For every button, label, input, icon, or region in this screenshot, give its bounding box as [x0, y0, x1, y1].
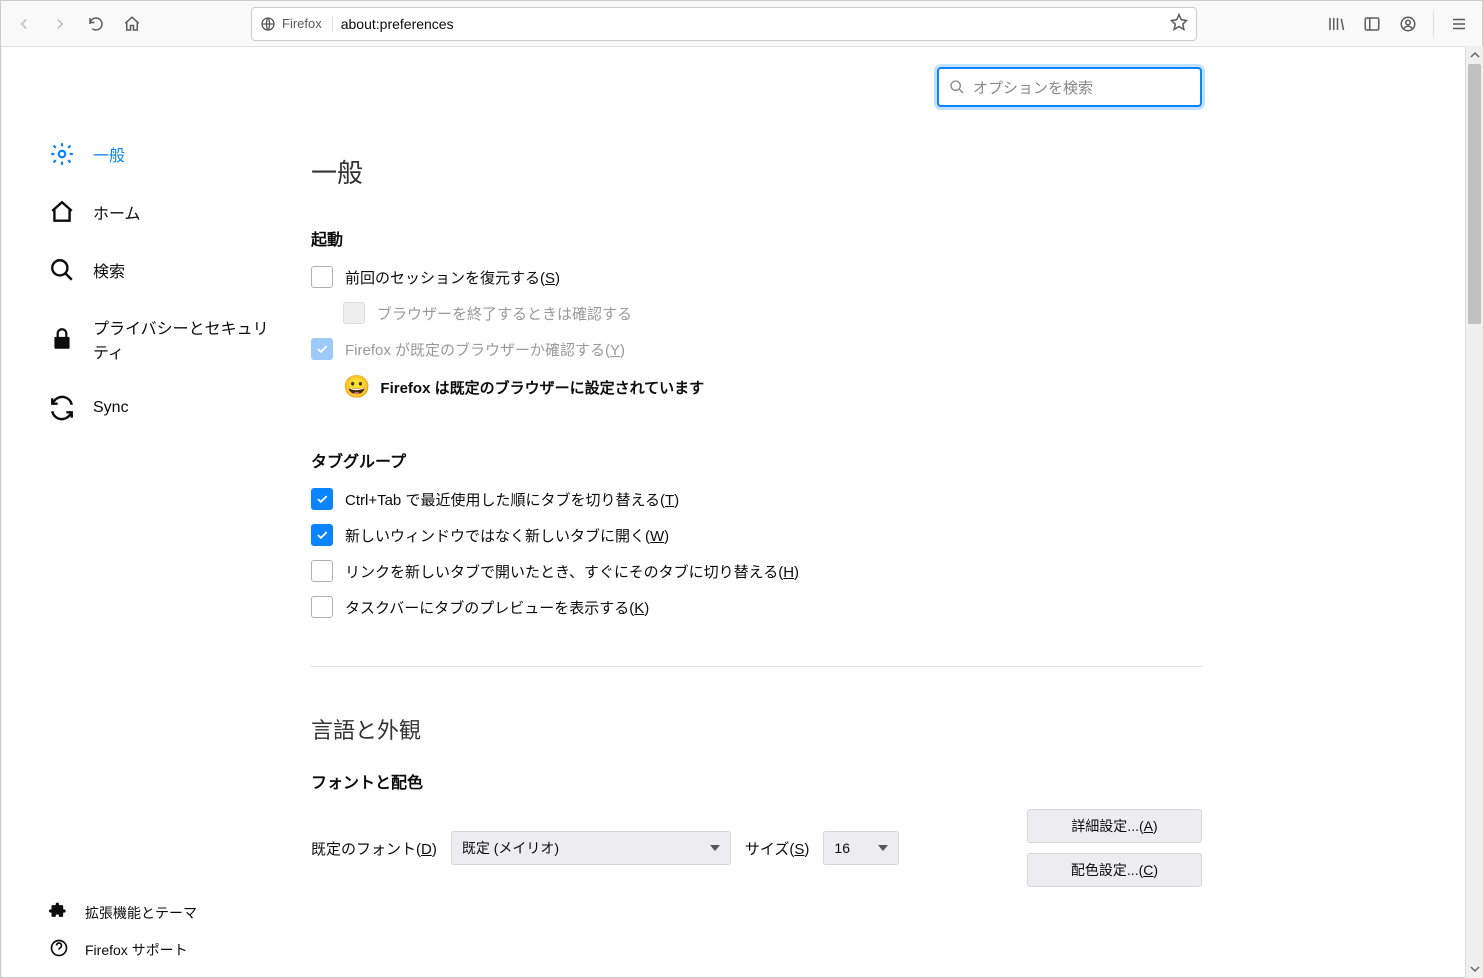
warn-quit-checkbox	[343, 302, 365, 324]
search-icon	[949, 79, 965, 95]
forward-button[interactable]	[43, 7, 77, 41]
default-font-value: 既定 (メイリオ)	[462, 838, 559, 858]
sidebar-item-search[interactable]: 検索	[41, 253, 281, 287]
heading-language: 言語と外観	[311, 713, 1202, 745]
library-button[interactable]	[1319, 7, 1353, 41]
support-link[interactable]: Firefox サポート	[49, 938, 281, 961]
sync-icon	[49, 395, 75, 421]
preferences-search-input[interactable]: オプションを検索	[937, 67, 1202, 107]
search-placeholder: オプションを検索	[973, 77, 1093, 98]
warn-quit-row: ブラウザーを終了するときは確認する	[343, 302, 1202, 324]
back-button[interactable]	[7, 7, 41, 41]
font-size-select[interactable]: 16	[823, 831, 899, 865]
reload-button[interactable]	[79, 7, 113, 41]
section-fonts-title: フォントと配色	[311, 769, 1202, 793]
preview-row[interactable]: タスクバーにタブのプレビューを表示する(K)	[311, 596, 1202, 618]
identity-box[interactable]: Firefox	[260, 16, 333, 32]
scrollbar-thumb[interactable]	[1468, 64, 1481, 324]
puzzle-icon	[49, 901, 69, 924]
section-divider	[311, 666, 1202, 667]
font-row: 既定のフォント(D) 既定 (メイリオ) サイズ(S) 16 詳細設定...(A…	[311, 809, 1202, 887]
sidebar-item-label: Sync	[93, 399, 129, 417]
identity-label: Firefox	[282, 16, 322, 31]
font-size-value: 16	[834, 840, 850, 856]
ctrltab-label: Ctrl+Tab で最近使用した順にタブを切り替える(T)	[345, 489, 679, 510]
support-label: Firefox サポート	[85, 940, 188, 960]
sidebar-item-general[interactable]: 一般	[41, 137, 281, 171]
check-default-row[interactable]: Firefox が既定のブラウザーか確認する(Y)	[311, 338, 1202, 360]
preferences-main: オプションを検索 一般 起動 前回のセッションを復元する(S) ブラウザーを終了…	[281, 47, 1482, 977]
smile-emoji-icon: 😀	[343, 374, 370, 400]
default-status-text: Firefox は既定のブラウザーに設定されています	[380, 377, 704, 398]
restore-session-label: 前回のセッションを復元する(S)	[345, 267, 560, 288]
home-icon	[49, 199, 75, 225]
ctrltab-checkbox[interactable]	[311, 488, 333, 510]
ctrltab-row[interactable]: Ctrl+Tab で最近使用した順にタブを切り替える(T)	[311, 488, 1202, 510]
newtab-label: 新しいウィンドウではなく新しいタブに開く(W)	[345, 525, 669, 546]
warn-quit-label: ブラウザーを終了するときは確認する	[377, 303, 632, 324]
sidebar-item-sync[interactable]: Sync	[41, 391, 281, 425]
switch-checkbox[interactable]	[311, 560, 333, 582]
toolbar-separator	[1433, 11, 1434, 37]
preview-checkbox[interactable]	[311, 596, 333, 618]
check-default-label: Firefox が既定のブラウザーか確認する(Y)	[345, 339, 625, 360]
vertical-scrollbar[interactable]	[1465, 46, 1483, 978]
appmenu-button[interactable]	[1442, 7, 1476, 41]
sidebar-item-privacy[interactable]: プライバシーとセキュリティ	[41, 311, 281, 367]
default-font-label: 既定のフォント(D)	[311, 838, 437, 859]
switch-row[interactable]: リンクを新しいタブで開いたとき、すぐにそのタブに切り替える(H)	[311, 560, 1202, 582]
sidebar-item-label: ホーム	[93, 200, 141, 224]
lock-icon	[49, 326, 75, 352]
preview-label: タスクバーにタブのプレビューを表示する(K)	[345, 597, 649, 618]
default-browser-status: 😀 Firefox は既定のブラウザーに設定されています	[343, 374, 1202, 400]
scroll-down-arrow-icon[interactable]	[1466, 960, 1483, 978]
browser-toolbar: Firefox about:preferences	[1, 1, 1482, 47]
sidebar-item-home[interactable]: ホーム	[41, 195, 281, 229]
newtab-row[interactable]: 新しいウィンドウではなく新しいタブに開く(W)	[311, 524, 1202, 546]
section-startup-title: 起動	[311, 226, 1202, 250]
gear-icon	[49, 141, 75, 167]
font-size-label: サイズ(S)	[745, 838, 810, 859]
extensions-label: 拡張機能とテーマ	[85, 903, 197, 923]
check-default-checkbox[interactable]	[311, 338, 333, 360]
sidebar-item-label: 一般	[93, 142, 125, 166]
switch-label: リンクを新しいタブで開いたとき、すぐにそのタブに切り替える(H)	[345, 561, 799, 582]
section-tabs-title: タブグループ	[311, 448, 1202, 472]
sidebar-item-label: プライバシーとセキュリティ	[93, 315, 273, 363]
newtab-checkbox[interactable]	[311, 524, 333, 546]
restore-session-row[interactable]: 前回のセッションを復元する(S)	[311, 266, 1202, 288]
restore-session-checkbox[interactable]	[311, 266, 333, 288]
scroll-up-arrow-icon[interactable]	[1466, 46, 1483, 64]
sidebar-item-label: 検索	[93, 258, 125, 282]
extensions-link[interactable]: 拡張機能とテーマ	[49, 901, 281, 924]
left-edge-shadow	[1, 47, 3, 977]
bookmark-star-icon[interactable]	[1170, 13, 1188, 34]
default-font-select[interactable]: 既定 (メイリオ)	[451, 831, 731, 865]
account-button[interactable]	[1391, 7, 1425, 41]
url-text: about:preferences	[341, 16, 1162, 32]
url-bar[interactable]: Firefox about:preferences	[251, 7, 1197, 41]
preferences-sidebar: 一般 ホーム 検索 プ	[1, 47, 281, 977]
advanced-fonts-button[interactable]: 詳細設定...(A)	[1027, 809, 1202, 843]
colors-button[interactable]: 配色設定...(C)	[1027, 853, 1202, 887]
heading-general: 一般	[311, 153, 1202, 190]
home-button[interactable]	[115, 7, 149, 41]
search-icon	[49, 257, 75, 283]
sidebar-button[interactable]	[1355, 7, 1389, 41]
question-icon	[49, 938, 69, 961]
